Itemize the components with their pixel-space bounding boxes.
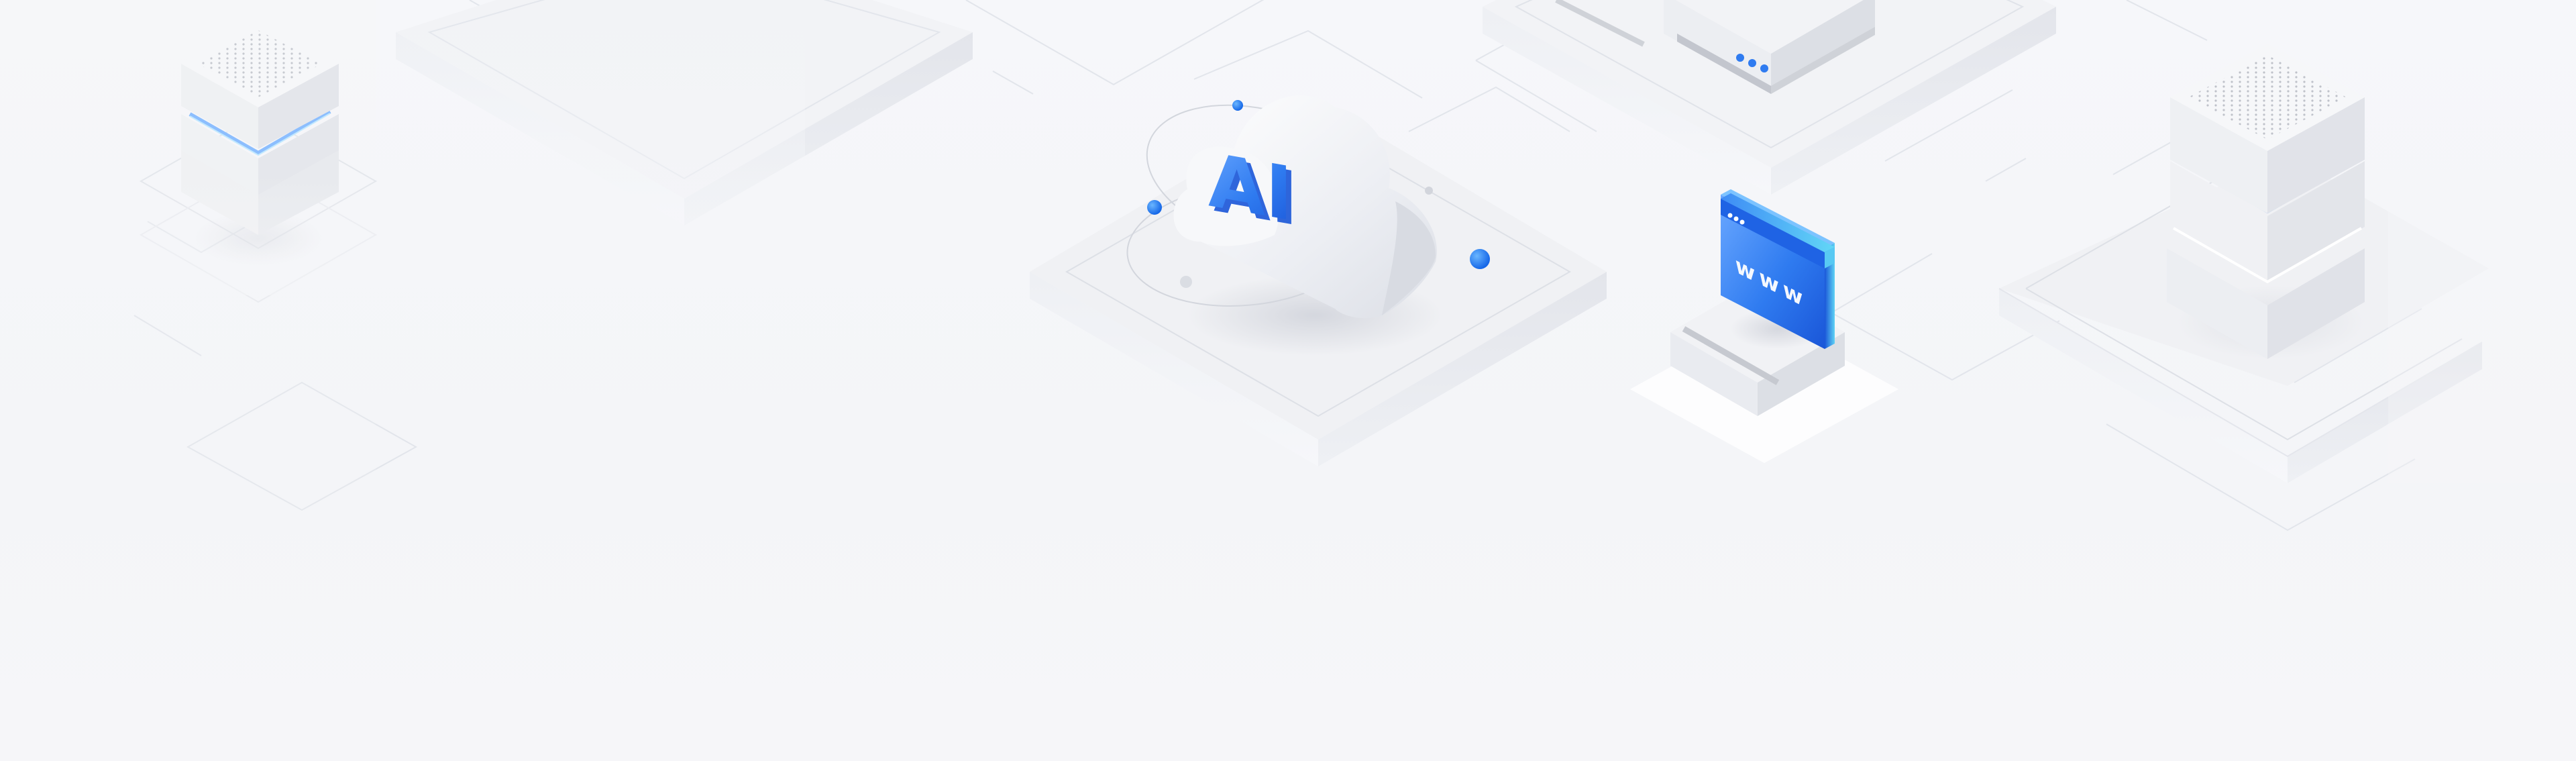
orbit-dot bbox=[1147, 200, 1162, 215]
orbit-dot bbox=[1180, 276, 1192, 288]
orbit-dot bbox=[1470, 249, 1490, 269]
left-fade bbox=[0, 0, 376, 761]
hero-background: AI AI www bbox=[0, 0, 2576, 761]
server-top bbox=[1483, 0, 2056, 195]
ai-badge-text-front: AI bbox=[1208, 138, 1293, 238]
web-browser-icon: www bbox=[1630, 189, 1898, 463]
platform-top-left bbox=[376, 0, 973, 235]
orbit-dot bbox=[1425, 187, 1433, 195]
isometric-tech-illustration: AI AI www bbox=[0, 0, 2576, 761]
orbit-dot bbox=[1232, 100, 1243, 111]
server-stack-right bbox=[1998, 40, 2576, 483]
